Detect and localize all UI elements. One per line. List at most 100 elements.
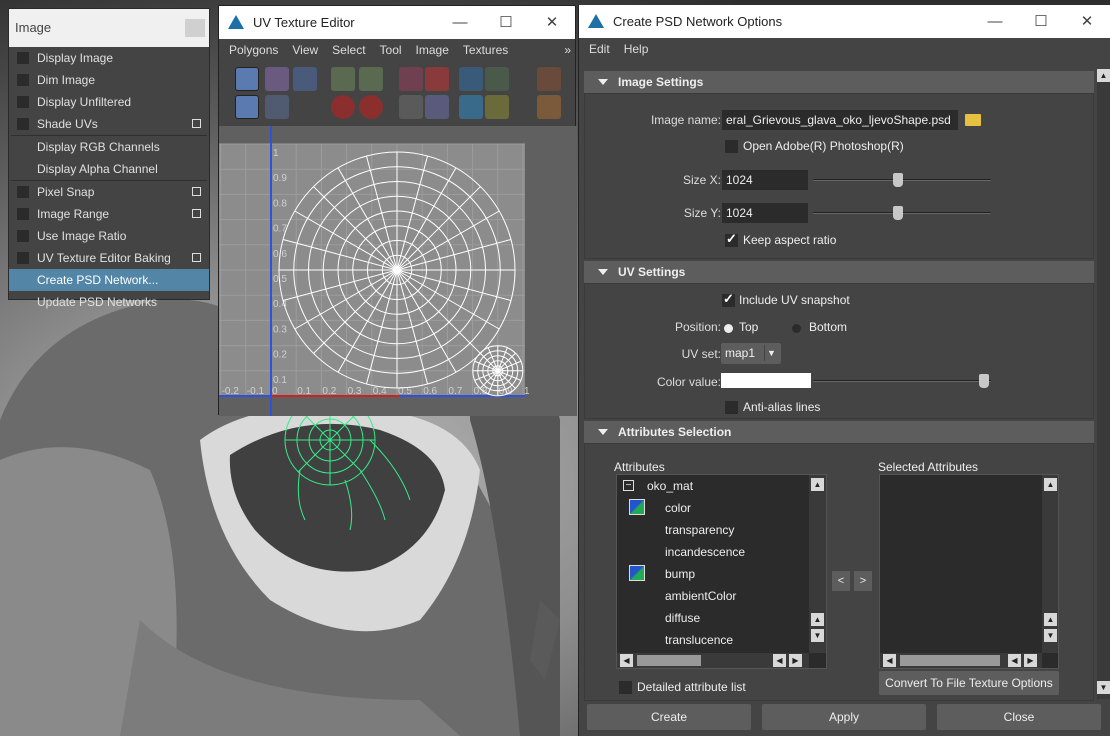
uv-axis-icon[interactable] <box>537 67 561 91</box>
scroll-down-icon[interactable]: ▼ <box>1044 629 1057 642</box>
uv-grid-canvas[interactable]: 1 0.9 0.8 0.7 0.6 0.5 0.4 0.3 0.2 0.1 -0.2 -0.1 0 0.… <box>219 126 577 416</box>
close-button[interactable]: ✕ <box>529 6 575 39</box>
scroll-left-icon[interactable]: ◀ <box>620 654 633 667</box>
uv-set-dropdown[interactable]: map1 ▼ <box>721 343 781 364</box>
tear-off-handle[interactable] <box>185 19 205 37</box>
size-y-field[interactable]: 1024 <box>722 203 808 223</box>
psd-window-scrollbar[interactable]: ▲ ▼ <box>1097 69 1110 699</box>
menu-image[interactable]: Image <box>416 39 449 61</box>
menu-item-image-range[interactable]: Image Range <box>9 203 209 225</box>
scroll-up-icon[interactable]: ▲ <box>811 478 824 491</box>
uv-grid-snap-icon[interactable] <box>485 67 509 91</box>
move-left-button[interactable]: < <box>832 571 850 591</box>
uv-flip-h-icon[interactable] <box>331 67 355 91</box>
attributes-v-scrollbar[interactable]: ▲ ▲ ▼ <box>809 475 826 653</box>
scroll-left-icon[interactable]: ◀ <box>773 654 786 667</box>
scroll-up-icon[interactable]: ▲ <box>811 613 824 626</box>
list-item-incandescence[interactable]: incandescence <box>617 541 826 563</box>
list-item-root[interactable]: − oko_mat <box>617 475 826 497</box>
size-x-slider-handle[interactable] <box>893 173 903 187</box>
image-name-field[interactable]: eral_Grievous_glava_oko_ljevoShape.psd <box>722 110 958 130</box>
menu-edit[interactable]: Edit <box>589 38 610 60</box>
anti-alias-checkbox[interactable] <box>725 401 738 414</box>
menu-item-display-unfiltered[interactable]: Display Unfiltered <box>9 91 209 113</box>
option-box-icon[interactable] <box>192 209 201 218</box>
list-item-ambient-color[interactable]: ambientColor <box>617 585 826 607</box>
minimize-button[interactable]: — <box>972 5 1018 38</box>
uv-pivot-icon[interactable] <box>425 95 449 119</box>
uv-sew-icon[interactable] <box>425 67 449 91</box>
list-item-transparency[interactable]: transparency <box>617 519 826 541</box>
close-dialog-button[interactable]: Close <box>937 704 1101 730</box>
scroll-down-icon[interactable]: ▼ <box>811 629 824 642</box>
folder-icon[interactable] <box>965 114 981 126</box>
scroll-left-icon[interactable]: ◀ <box>1008 654 1021 667</box>
attributes-selection-header[interactable]: Attributes Selection <box>584 421 1094 443</box>
scroll-up-icon[interactable]: ▲ <box>1097 69 1110 82</box>
maximize-button[interactable]: ☐ <box>1018 5 1064 38</box>
uv-grid-tool-icon[interactable] <box>235 67 259 91</box>
color-value-swatch[interactable] <box>721 373 811 388</box>
scroll-right-icon[interactable]: ▶ <box>1024 654 1037 667</box>
uv-brush-tool-icon[interactable] <box>265 67 289 91</box>
menu-item-display-alpha[interactable]: Display Alpha Channel <box>9 158 209 180</box>
menu-item-pixel-snap[interactable]: Pixel Snap <box>9 181 209 203</box>
menu-polygons[interactable]: Polygons <box>229 39 278 61</box>
uv-settings-header[interactable]: UV Settings <box>584 261 1094 283</box>
menu-item-display-image[interactable]: Display Image <box>9 47 209 69</box>
menu-item-use-image-ratio[interactable]: Use Image Ratio <box>9 225 209 247</box>
scroll-up-icon[interactable]: ▲ <box>1044 478 1057 491</box>
psd-titlebar[interactable]: Create PSD Network Options — ☐ ✕ <box>579 5 1110 38</box>
keep-aspect-checkbox[interactable] <box>725 231 738 247</box>
uv-origin-icon[interactable] <box>537 95 561 119</box>
scroll-down-icon[interactable]: ▼ <box>1097 681 1110 694</box>
uv-unfold-icon[interactable] <box>459 95 483 119</box>
list-item-color[interactable]: color <box>617 497 826 519</box>
size-x-field[interactable]: 1024 <box>722 170 808 190</box>
selected-h-scrollbar[interactable]: ◀ ◀ ▶ <box>880 653 1042 668</box>
menu-view[interactable]: View <box>292 39 318 61</box>
include-uv-snapshot-checkbox[interactable] <box>722 291 735 307</box>
color-value-slider-handle[interactable] <box>979 374 989 388</box>
scroll-left-icon[interactable]: ◀ <box>883 654 896 667</box>
menu-tool[interactable]: Tool <box>380 39 402 61</box>
image-settings-header[interactable]: Image Settings <box>584 71 1094 93</box>
menu-help[interactable]: Help <box>624 38 649 60</box>
uv-align-icon[interactable] <box>485 95 509 119</box>
menu-overflow-icon[interactable]: » <box>564 39 571 61</box>
uv-move-tool-icon[interactable] <box>293 67 317 91</box>
option-box-icon[interactable] <box>192 119 201 128</box>
detailed-attribute-list-checkbox[interactable] <box>619 681 632 694</box>
h-scroll-thumb[interactable] <box>637 655 701 666</box>
uv-rotate-ccw-icon[interactable] <box>331 95 355 119</box>
move-right-button[interactable]: > <box>854 571 872 591</box>
list-item-translucence[interactable]: translucence <box>617 629 826 651</box>
create-button[interactable]: Create <box>587 704 751 730</box>
convert-to-file-texture-button[interactable]: Convert To File Texture Options <box>879 671 1059 695</box>
menu-item-uv-baking[interactable]: UV Texture Editor Baking <box>9 247 209 269</box>
selected-v-scrollbar[interactable]: ▲ ▲ ▼ <box>1042 475 1058 653</box>
uv-flip-v-icon[interactable] <box>359 67 383 91</box>
list-item-bump[interactable]: bump <box>617 563 826 585</box>
maximize-button[interactable]: ☐ <box>483 6 529 39</box>
list-item-diffuse[interactable]: diffuse <box>617 607 826 629</box>
h-scroll-thumb[interactable] <box>900 655 1000 666</box>
selected-attributes-list[interactable]: ▲ ▲ ▼ ◀ ◀ ▶ <box>879 474 1059 669</box>
menu-textures[interactable]: Textures <box>463 39 508 61</box>
uv-layout-icon[interactable] <box>459 67 483 91</box>
collapse-minus-icon[interactable]: − <box>623 480 634 491</box>
color-value-slider[interactable] <box>813 380 991 382</box>
scroll-up-icon[interactable]: ▲ <box>1044 613 1057 626</box>
menu-item-display-rgb[interactable]: Display RGB Channels <box>9 136 209 158</box>
position-top-radio[interactable] <box>724 324 733 333</box>
scroll-right-icon[interactable]: ▶ <box>789 654 802 667</box>
close-button[interactable]: ✕ <box>1064 5 1110 38</box>
option-box-icon[interactable] <box>192 253 201 262</box>
option-box-icon[interactable] <box>192 187 201 196</box>
uv-select-icon[interactable] <box>265 95 289 119</box>
uv-rotate-cw-icon[interactable] <box>359 95 383 119</box>
menu-item-update-psd-networks[interactable]: Update PSD Networks <box>9 291 209 313</box>
minimize-button[interactable]: — <box>437 6 483 39</box>
position-bottom-radio[interactable] <box>792 324 801 333</box>
menu-item-dim-image[interactable]: Dim Image <box>9 69 209 91</box>
